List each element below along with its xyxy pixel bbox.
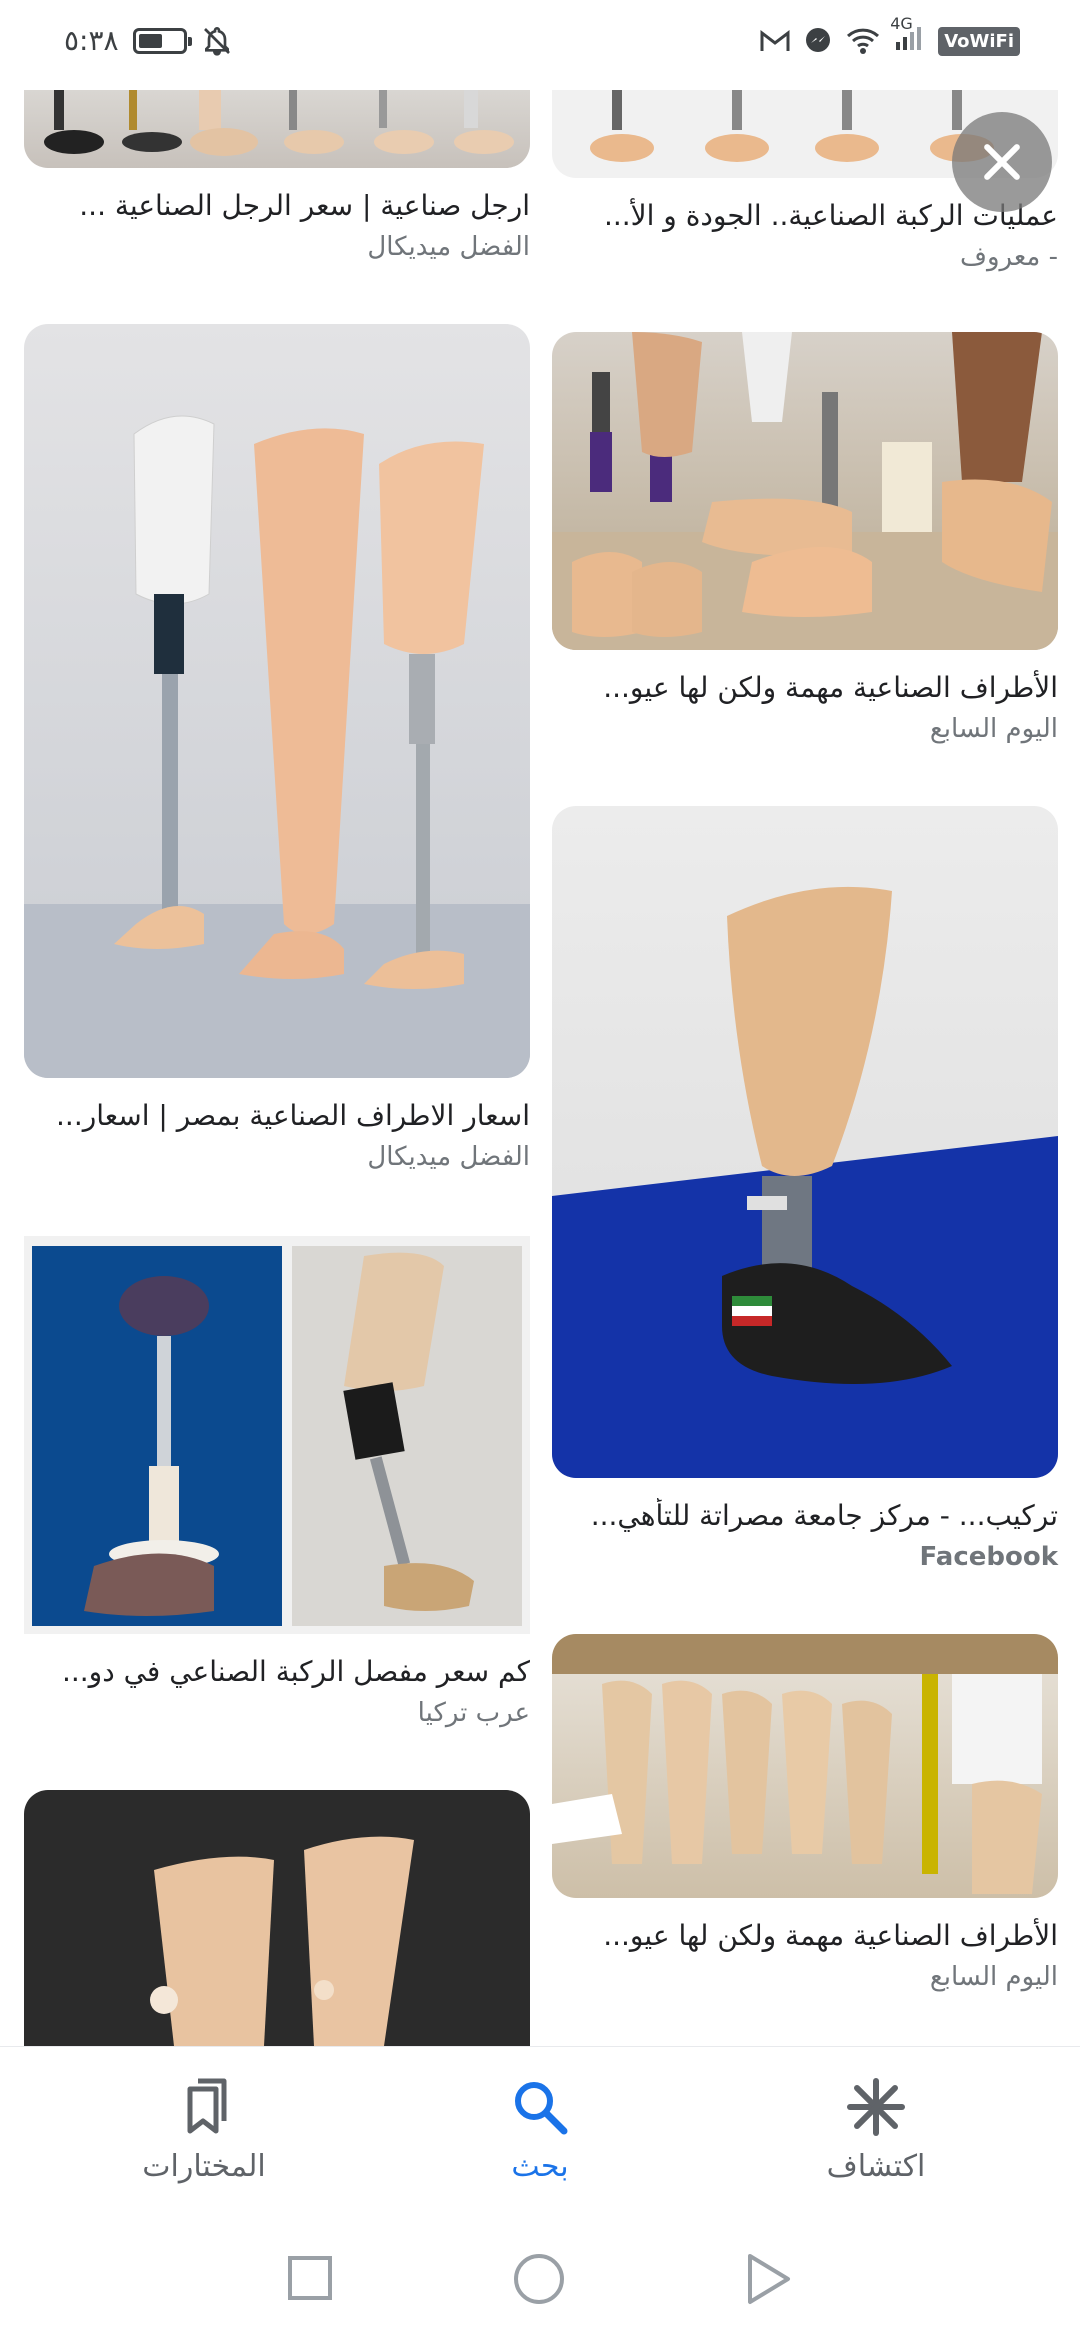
result-title[interactable]: الأطراف الصناعية مهمة ولكن لها عيو... bbox=[552, 1918, 1058, 1954]
nav-item-discover[interactable]: اكتشاف bbox=[756, 2077, 996, 2184]
result-title[interactable]: ارجل صناعية | سعر الرجل الصناعية ... bbox=[24, 188, 530, 224]
result-source: Facebook bbox=[919, 1542, 1058, 1572]
result-source: اليوم السابع bbox=[929, 1962, 1058, 1992]
result-card[interactable]: تركيب... - مركز جامعة مصراتة للتأهي... F… bbox=[552, 806, 1058, 1574]
asterisk-icon bbox=[847, 2078, 905, 2136]
result-card[interactable]: الأطراف الصناعية مهمة ولكن لها عيو... ال… bbox=[552, 332, 1058, 746]
result-image[interactable] bbox=[24, 1236, 530, 1634]
result-source: الفضل ميديكال bbox=[367, 232, 530, 262]
network-type: 4G bbox=[890, 14, 913, 33]
messenger-icon bbox=[806, 28, 831, 52]
nav-item-search[interactable]: بحث bbox=[420, 2077, 660, 2184]
result-image[interactable] bbox=[24, 324, 530, 1078]
result-image[interactable] bbox=[24, 90, 530, 168]
bookmarks-icon bbox=[187, 2078, 227, 2134]
system-navigation-bar bbox=[0, 2216, 1080, 2340]
home-button[interactable] bbox=[512, 2252, 566, 2306]
clock: ٥:٣٨ bbox=[64, 24, 119, 57]
wifi-icon bbox=[847, 28, 880, 54]
bottom-navigation: المختارات بحث اكتشاف bbox=[0, 2046, 1080, 2217]
search-icon bbox=[515, 2082, 568, 2135]
result-card[interactable] bbox=[24, 1790, 530, 2046]
result-title[interactable]: الأطراف الصناعية مهمة ولكن لها عيو... bbox=[552, 670, 1058, 706]
nav-item-collections[interactable]: المختارات bbox=[84, 2077, 324, 2184]
back-button[interactable] bbox=[744, 2252, 792, 2306]
result-card[interactable]: ارجل صناعية | سعر الرجل الصناعية ... الف… bbox=[24, 90, 530, 264]
result-image[interactable] bbox=[552, 1634, 1058, 1898]
nav-label: بحث bbox=[511, 2149, 569, 2184]
result-card[interactable]: الأطراف الصناعية مهمة ولكن لها عيو... ال… bbox=[552, 1634, 1058, 1994]
vowifi-badge: VoWiFi bbox=[938, 26, 1020, 56]
result-card[interactable]: اسعار الاطراف الصناعية بمصر | اسعار... ا… bbox=[24, 324, 530, 1174]
result-source: اليوم السابع bbox=[929, 714, 1058, 744]
notifications-off-icon bbox=[203, 26, 230, 56]
result-card[interactable]: كم سعر مفصل الركبة الصناعي في دو... عرب … bbox=[24, 1236, 530, 1730]
result-title[interactable]: كم سعر مفصل الركبة الصناعي في دو... bbox=[24, 1654, 530, 1690]
battery-icon bbox=[132, 27, 192, 54]
close-icon[interactable] bbox=[952, 112, 1052, 212]
result-source: عرب تركيا bbox=[417, 1698, 530, 1728]
nav-label: المختارات bbox=[142, 2149, 266, 2184]
status-bar: ٥:٣٨ 4G VoWiFi bbox=[0, 0, 1080, 90]
result-image[interactable] bbox=[24, 1790, 530, 2046]
result-source: الفضل ميديكال bbox=[367, 1142, 530, 1172]
result-image[interactable] bbox=[552, 332, 1058, 650]
result-title[interactable]: اسعار الاطراف الصناعية بمصر | اسعار... bbox=[24, 1098, 530, 1134]
result-image[interactable] bbox=[552, 806, 1058, 1478]
result-source: - معروف bbox=[960, 242, 1058, 272]
nav-label: اكتشاف bbox=[826, 2149, 926, 2184]
recents-button[interactable] bbox=[286, 2254, 334, 2302]
gmail-icon bbox=[760, 29, 790, 51]
result-title[interactable]: تركيب... - مركز جامعة مصراتة للتأهي... bbox=[552, 1498, 1058, 1534]
